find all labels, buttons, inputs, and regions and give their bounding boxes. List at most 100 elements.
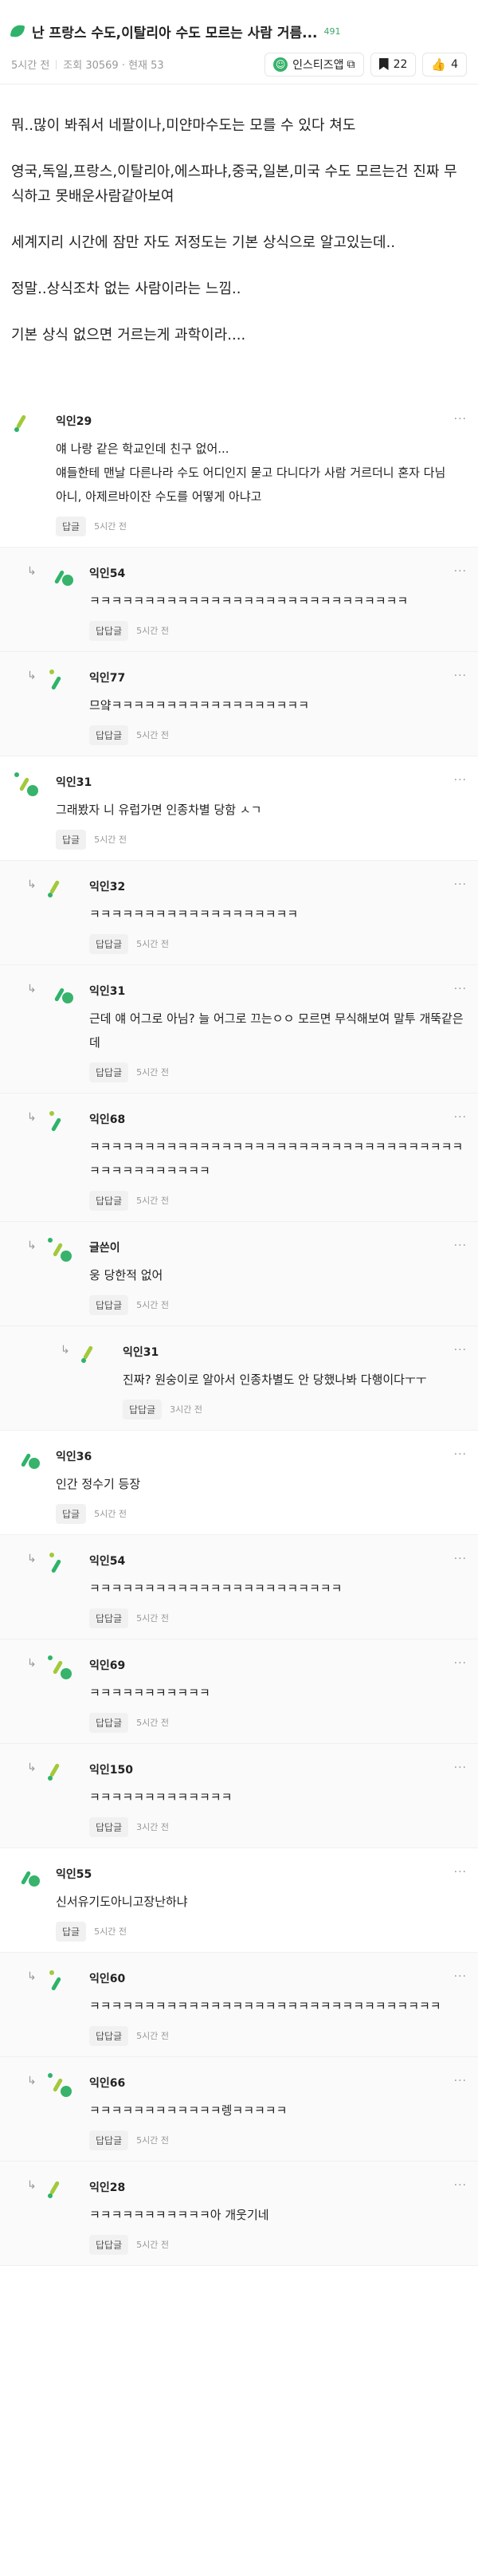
comment-actions: 답글 5시간 전	[56, 1503, 467, 1524]
like-count: 4	[451, 57, 458, 71]
more-options-icon[interactable]: ···	[454, 1239, 467, 1252]
comment-actions: 답답글 5시간 전	[89, 2130, 467, 2150]
avatar	[46, 1549, 75, 1578]
post-title: 난 프랑스 수도,이탈리아 수도 모르는 사람 거름...	[32, 25, 318, 41]
reply-item: ↳ 익인31 ··· 근데 얘 어그로 아님? 늘 어그로 끄는ㅇㅇ 모르면 무식해보…	[0, 965, 478, 1094]
more-options-icon[interactable]: ···	[454, 1866, 467, 1879]
reply-button[interactable]: 답답글	[89, 2130, 129, 2150]
comment-time: 5시간 전	[136, 1613, 169, 1624]
avatar	[46, 2176, 75, 2205]
reply-button[interactable]: 답답글	[123, 1399, 163, 1420]
comment-text: 인간 정수기 등장	[56, 1477, 141, 1491]
comment-actions: 답답글 5시간 전	[89, 1712, 467, 1733]
thumbs-up-icon: 👍	[431, 57, 447, 72]
avatar	[46, 562, 75, 591]
reply-button[interactable]: 답답글	[89, 2234, 129, 2255]
reply-button[interactable]: 답답글	[89, 1294, 129, 1315]
more-options-icon[interactable]: ···	[454, 1344, 467, 1357]
comment-author: 익인60	[89, 1973, 126, 1985]
more-options-icon[interactable]: ···	[454, 1111, 467, 1124]
post-body: 뭐..많이 봐줘서 네팔이나,미얀마수도는 모를 수 있다 쳐도 영국,독일,프…	[0, 84, 478, 348]
reply-button[interactable]: 답답글	[89, 2025, 129, 2046]
more-options-icon[interactable]: ···	[454, 774, 467, 787]
bookmark-button[interactable]: 22	[370, 52, 417, 77]
post-paragraph: 기본 상식 없으면 거르는게 과학이라....	[11, 327, 246, 344]
avatar-shape	[50, 1976, 62, 1992]
comment-author: 익인54	[89, 1555, 126, 1568]
comment-time: 5시간 전	[136, 1300, 169, 1310]
open-app-label: 인스티즈앱	[292, 58, 344, 72]
reply-button[interactable]: 답글	[56, 1921, 87, 1942]
comment-text: ㅋㅋㅋㅋㅋㅋㅋㅋㅋㅋㅋㅋㅋㅋㅋㅋㅋㅋㅋ	[89, 907, 299, 921]
comment-time: 5시간 전	[136, 2240, 169, 2250]
avatar-shape	[50, 675, 62, 691]
more-options-icon[interactable]: ···	[454, 1448, 467, 1461]
more-options-icon[interactable]: ···	[454, 878, 467, 891]
avatar-shape	[27, 785, 38, 796]
reply-button[interactable]: 답답글	[89, 1190, 129, 1211]
comment-text: 그래봤자 니 유럽가면 인종차별 당함 ㅅㄱ	[56, 803, 262, 817]
reply-button[interactable]: 답글	[56, 516, 87, 536]
avatar-shape	[29, 1458, 40, 1469]
more-options-icon[interactable]: ···	[454, 670, 467, 682]
more-options-icon[interactable]: ···	[454, 565, 467, 578]
comment-text: ㅋㅋㅋㅋㅋㅋㅋㅋㅋㅋㅋㅋㅋㅋㅋㅋㅋㅋㅋㅋㅋㅋㅋ	[89, 1581, 343, 1596]
comment-actions: 답답글 5시간 전	[89, 1062, 467, 1082]
comment-text: 신서유기도아니고장난하냐	[56, 1895, 188, 1909]
comment-text: 므얔ㅋㅋㅋㅋㅋㅋㅋㅋㅋㅋㅋㅋㅋㅋㅋㅋㅋㅋ	[89, 698, 310, 713]
open-app-button[interactable]: ☺ 인스티즈앱 ⧉	[264, 52, 364, 77]
more-options-icon[interactable]: ···	[454, 1553, 467, 1565]
comment-item: 익인55 ··· 신서유기도아니고장난하냐 답글 5시간 전	[0, 1848, 478, 1953]
post-title-row: 난 프랑스 수도,이탈리아 수도 모르는 사람 거름... 491	[0, 0, 478, 45]
reply-button[interactable]: 답답글	[89, 1816, 129, 1837]
reply-button[interactable]: 답답글	[89, 933, 129, 954]
post-paragraph: 뭐..많이 봐줘서 네팔이나,미얀마수도는 모를 수 있다 쳐도	[11, 117, 356, 134]
more-options-icon[interactable]: ···	[454, 2179, 467, 2192]
comment-time: 3시간 전	[136, 1822, 169, 1832]
comment-text: ㅋㅋㅋㅋㅋㅋㅋㅋㅋㅋㅋㅋㅋㅋㅋㅋㅋㅋㅋㅋㅋㅋㅋㅋㅋㅋㅋㅋㅋ	[89, 594, 409, 608]
comment-text: ㅋㅋㅋㅋㅋㅋㅋㅋㅋㅋㅋㅋㅋㅋㅋㅋㅋㅋㅋㅋㅋㅋㅋㅋㅋㅋㅋㅋㅋㅋㅋㅋ	[89, 1999, 441, 2013]
bookmark-icon	[378, 58, 389, 70]
comment-text: ㅋㅋㅋㅋㅋㅋㅋㅋㅋㅋㅋ	[89, 1686, 210, 1700]
more-options-icon[interactable]: ···	[454, 2075, 467, 2087]
more-options-icon[interactable]: ···	[454, 413, 467, 426]
avatar	[46, 980, 75, 1008]
more-options-icon[interactable]: ···	[454, 1761, 467, 1774]
comment-item: 익인36 ··· 인간 정수기 등장답글 5시간 전	[0, 1431, 478, 1535]
more-options-icon[interactable]: ···	[454, 1657, 467, 1670]
reply-arrow-icon: ↳	[27, 565, 37, 578]
avatar	[46, 1108, 75, 1137]
reply-button[interactable]: 답글	[56, 1503, 87, 1524]
reply-button[interactable]: 답글	[56, 829, 87, 850]
reply-button[interactable]: 답답글	[89, 1062, 129, 1082]
more-options-icon[interactable]: ···	[454, 983, 467, 995]
avatar	[46, 875, 75, 904]
comment-author: 익인36	[56, 1451, 92, 1463]
external-link-icon: ⧉	[347, 57, 355, 71]
more-options-icon[interactable]: ···	[454, 1970, 467, 1983]
comment-actions: 답답글 5시간 전	[89, 1294, 467, 1315]
post-page: 난 프랑스 수도,이탈리아 수도 모르는 사람 거름... 491 5시간 전 …	[0, 0, 478, 2576]
like-button[interactable]: 👍 4	[422, 52, 467, 77]
comment-actions: 답답글 5시간 전	[89, 1190, 467, 1211]
reply-button[interactable]: 답답글	[89, 1712, 129, 1733]
comment-time: 5시간 전	[136, 2135, 169, 2146]
avatar	[46, 666, 75, 695]
comment-text: ㅋㅋㅋㅋㅋㅋㅋㅋㅋㅋㅋ아 개웃기네	[89, 2208, 269, 2222]
reply-button[interactable]: 답답글	[89, 724, 129, 745]
comment-actions: 답글 5시간 전	[56, 1921, 467, 1942]
avatar-shape	[49, 1970, 54, 1975]
comment-actions: 답답글 5시간 전	[89, 2234, 467, 2255]
avatar	[13, 1863, 41, 1891]
avatar-shape	[49, 1553, 54, 1557]
reply-arrow-icon: ↳	[27, 878, 37, 891]
avatar	[46, 2071, 75, 2100]
comment-time: 5시간 전	[136, 730, 169, 740]
comment-actions: 답답글 5시간 전	[89, 620, 467, 641]
reply-button[interactable]: 답답글	[89, 1608, 129, 1628]
comment-author: 익인69	[89, 1659, 126, 1672]
comment-author: 익인31	[123, 1346, 159, 1359]
comment-time: 5시간 전	[136, 2031, 169, 2041]
comment-author: 익인68	[89, 1113, 126, 1126]
reply-button[interactable]: 답답글	[89, 620, 129, 641]
